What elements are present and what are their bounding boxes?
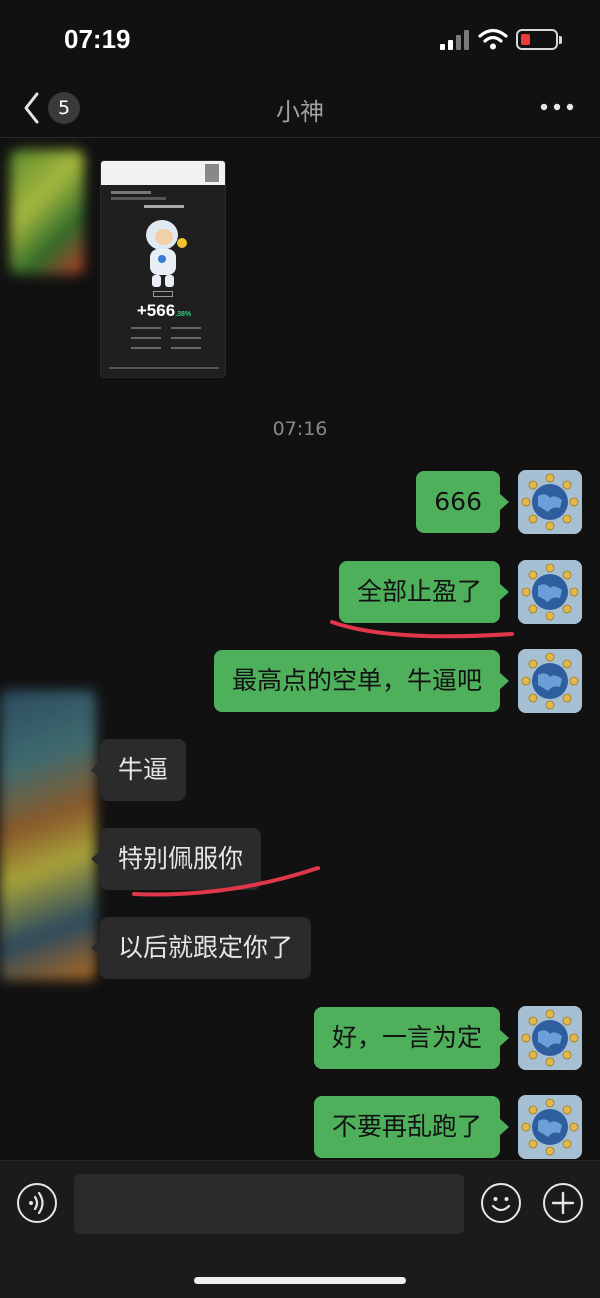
globe-bitcoin-icon[interactable] <box>518 470 582 534</box>
globe-bitcoin-icon[interactable] <box>518 1095 582 1159</box>
wifi-icon <box>478 28 508 50</box>
status-bar: 07:19 <box>0 0 600 80</box>
chat-header: 5 小神 <box>0 80 600 138</box>
signal-icon <box>440 30 470 50</box>
message-timestamp: 07:16 <box>272 418 328 440</box>
globe-bitcoin-icon[interactable] <box>518 560 582 624</box>
emoji-icon <box>491 1197 511 1212</box>
globe-bitcoin-icon[interactable] <box>518 1006 582 1070</box>
contact-avatar[interactable] <box>10 150 84 274</box>
globe-bitcoin-icon[interactable] <box>518 649 582 713</box>
message-bubble-outgoing[interactable]: 不要再乱跑了 <box>313 1096 510 1158</box>
astronaut-mascot-icon <box>146 220 187 287</box>
message-input[interactable] <box>74 1174 464 1234</box>
voice-button[interactable] <box>17 1183 57 1223</box>
message-bubble-outgoing[interactable]: 最高点的空单，牛逼吧 <box>213 650 510 712</box>
home-indicator[interactable] <box>194 1277 406 1284</box>
profit-percent: +566.38% <box>136 301 192 320</box>
add-icon <box>551 1191 575 1215</box>
shared-image-message[interactable]: +566.38% <box>100 160 226 378</box>
voice-icon <box>29 1191 44 1215</box>
add-button[interactable] <box>543 1183 583 1223</box>
message-bubble-incoming[interactable]: 牛逼 <box>90 739 187 801</box>
more-dots-icon[interactable] <box>538 94 576 120</box>
battery-icon <box>516 29 562 50</box>
status-time: 07:19 <box>64 24 131 54</box>
message-bubble-incoming[interactable]: 特别佩服你 <box>90 828 262 890</box>
emoji-button[interactable] <box>481 1183 521 1223</box>
message-bubble-outgoing[interactable]: 好，一言为定 <box>313 1007 510 1069</box>
message-bubble-incoming[interactable]: 以后就跟定你了 <box>90 917 312 979</box>
chat-title: 小神 <box>276 98 324 126</box>
message-bubble-outgoing[interactable]: 全部止盈了 <box>338 561 510 623</box>
message-bubble-outgoing[interactable]: 666 <box>416 471 509 533</box>
contact-avatar[interactable] <box>0 690 96 980</box>
